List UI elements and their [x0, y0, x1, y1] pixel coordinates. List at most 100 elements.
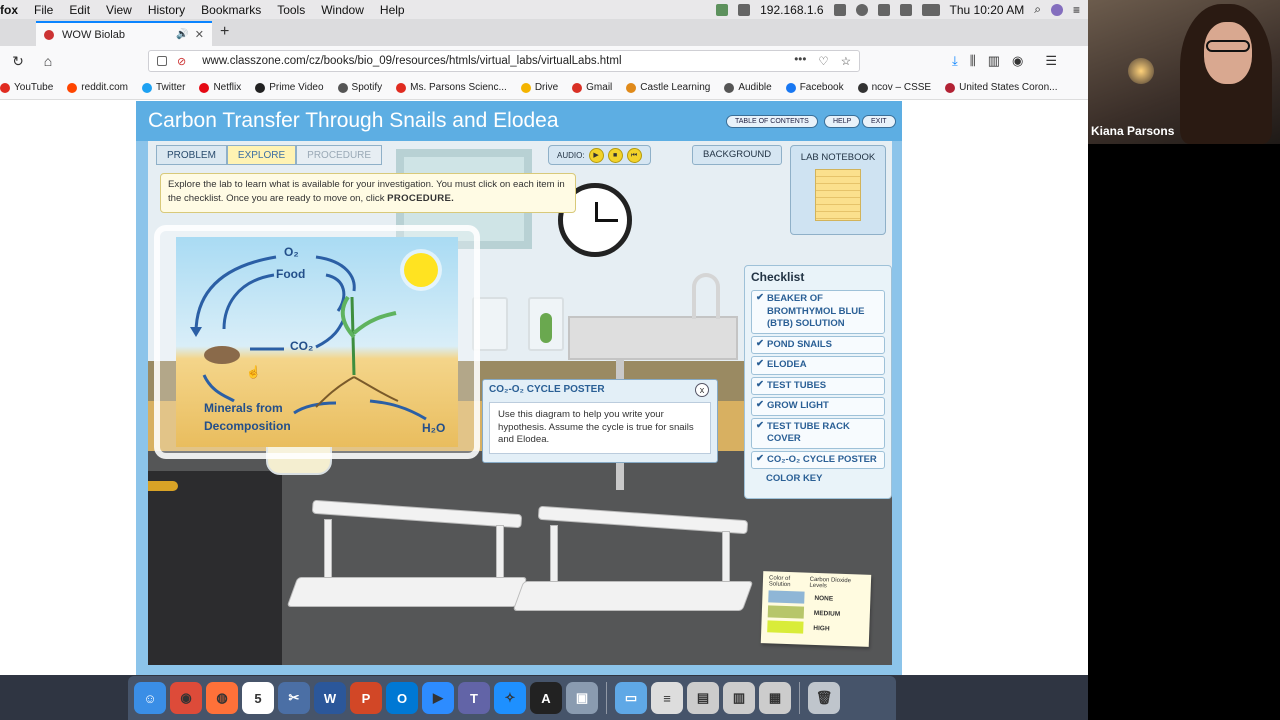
- popup-close-button[interactable]: x: [695, 383, 709, 397]
- bookmark-item[interactable]: Audible: [724, 82, 772, 93]
- bookmark-item[interactable]: ncov – CSSE: [857, 82, 932, 93]
- tab-problem[interactable]: PROBLEM: [156, 145, 227, 165]
- checklist-item[interactable]: ✔ ELODEA: [751, 356, 885, 375]
- menu-tools[interactable]: Tools: [269, 3, 313, 17]
- screenshot-icon[interactable]: ▤: [687, 682, 719, 714]
- menu-view[interactable]: View: [98, 3, 140, 17]
- bookmark-item[interactable]: Netflix: [199, 82, 241, 93]
- co2-o2-cycle-poster[interactable]: O₂ Food CO₂ Minerals from Decomposition …: [176, 237, 458, 447]
- audio-stop-button[interactable]: ■: [607, 147, 623, 163]
- finder-icon[interactable]: ☺: [134, 682, 166, 714]
- folder-icon[interactable]: ▭: [615, 682, 647, 714]
- calendar-icon[interactable]: 5: [242, 682, 274, 714]
- bookmark-item[interactable]: Drive: [520, 82, 558, 93]
- word-icon[interactable]: W: [314, 682, 346, 714]
- bookmark-label: ncov – CSSE: [871, 82, 932, 93]
- zoom-icon[interactable]: ▶: [422, 682, 454, 714]
- faucet: [692, 273, 720, 319]
- lab-notebook-button[interactable]: LAB NOTEBOOK: [790, 145, 886, 235]
- trash-icon[interactable]: 🗑: [808, 682, 840, 714]
- bookmark-item[interactable]: Ms. Parsons Scienc...: [396, 82, 507, 93]
- wifi-icon[interactable]: [877, 3, 890, 16]
- chrome-icon[interactable]: ◉: [170, 682, 202, 714]
- outlook-icon[interactable]: O: [386, 682, 418, 714]
- menu-window[interactable]: Window: [313, 3, 372, 17]
- bookmark-item[interactable]: Castle Learning: [626, 82, 710, 93]
- menu-help[interactable]: Help: [372, 3, 413, 17]
- bookmark-item[interactable]: reddit.com: [67, 82, 128, 93]
- test-tube-rack-base-2[interactable]: [512, 581, 754, 611]
- checklist-item[interactable]: ✔ POND SNAILS: [751, 335, 885, 354]
- notification-center-icon[interactable]: ≡: [1073, 3, 1080, 17]
- airplay-icon[interactable]: [833, 3, 846, 16]
- elodea-jar[interactable]: [528, 297, 564, 351]
- help-button[interactable]: HELP: [824, 115, 861, 128]
- library-icon[interactable]: ⫼: [970, 53, 976, 69]
- site-info-icon[interactable]: [157, 56, 167, 66]
- volume-icon[interactable]: [899, 3, 912, 16]
- speaker-icon[interactable]: 🔊: [176, 29, 188, 40]
- bookmark-item[interactable]: Gmail: [572, 82, 612, 93]
- screenshot2-icon[interactable]: ▥: [723, 682, 755, 714]
- menu-clock[interactable]: Thu 10:20 AM: [950, 3, 1025, 17]
- color-key-card[interactable]: Color of Solution Carbon Dioxide Levels …: [760, 571, 872, 647]
- checklist-item[interactable]: ✔ CO₂-O₂ CYCLE POSTER: [751, 450, 885, 469]
- checklist-item[interactable]: ✔ TEST TUBES: [751, 376, 885, 395]
- table-of-contents-button[interactable]: TABLE OF CONTENTS: [726, 115, 818, 128]
- pocket-icon[interactable]: ♡: [818, 54, 828, 68]
- menu-bookmarks[interactable]: Bookmarks: [193, 3, 269, 17]
- checklist-item[interactable]: ✔ BEAKER OF BROMTHYMOL BLUE (BTB) SOLUTIO…: [751, 290, 885, 334]
- battery-icon[interactable]: [921, 3, 940, 16]
- tab-explore[interactable]: EXPLORE: [226, 145, 297, 165]
- checklist-item[interactable]: COLOR KEY: [751, 471, 885, 488]
- bookmark-item[interactable]: Spotify: [337, 82, 382, 93]
- home-icon[interactable]: ⌂: [36, 53, 60, 69]
- downloads-icon[interactable]: ⤓: [952, 53, 958, 69]
- hamburger-menu-icon[interactable]: ☰: [1045, 53, 1057, 69]
- audio-play-button[interactable]: ▶: [588, 147, 604, 163]
- bookmark-item[interactable]: United States Coron...: [945, 82, 1057, 93]
- checklist-item[interactable]: ✔ TEST TUBE RACK COVER: [751, 417, 885, 449]
- menu-file[interactable]: File: [26, 3, 61, 17]
- bookmark-item[interactable]: YouTube: [0, 82, 53, 93]
- firefox-icon[interactable]: ◍: [206, 682, 238, 714]
- reload-icon[interactable]: ↻: [6, 53, 30, 70]
- color-key-level: MEDIUM: [813, 609, 841, 618]
- bookmark-label: Prime Video: [269, 82, 324, 93]
- audio-label: AUDIO:: [557, 150, 585, 160]
- new-tab-button[interactable]: +: [220, 23, 229, 41]
- screenshot3-icon[interactable]: ▦: [759, 682, 791, 714]
- preview-icon[interactable]: ▣: [566, 682, 598, 714]
- menu-history[interactable]: History: [140, 3, 193, 17]
- app-menu-firefox[interactable]: fox: [0, 3, 26, 17]
- powerpoint-icon[interactable]: P: [350, 682, 382, 714]
- blocked-media-icon[interactable]: ⊘: [177, 55, 186, 68]
- test-tube-rack-base-1[interactable]: [286, 577, 528, 607]
- acrobat-icon[interactable]: A: [530, 682, 562, 714]
- bookmark-item[interactable]: Prime Video: [255, 82, 324, 93]
- network-icon[interactable]: [738, 3, 751, 16]
- audio-restart-button[interactable]: ⏮: [626, 147, 642, 163]
- account-icon[interactable]: ◉: [1012, 53, 1023, 69]
- menu-edit[interactable]: Edit: [61, 3, 98, 17]
- shield-icon[interactable]: [716, 3, 729, 16]
- document-icon[interactable]: ≡: [651, 682, 683, 714]
- page-actions-icon[interactable]: •••: [794, 54, 806, 68]
- background-button[interactable]: BACKGROUND: [692, 145, 783, 165]
- browser-tab-active[interactable]: WOW Biolab 🔊 ✕: [36, 21, 212, 46]
- bookmark-item[interactable]: Facebook: [785, 82, 844, 93]
- url-bar[interactable]: ⊘ www.classzone.com/cz/books/bio_09/reso…: [148, 50, 860, 72]
- sidebar-icon[interactable]: ▥: [988, 53, 1000, 69]
- time-machine-icon[interactable]: [855, 3, 868, 16]
- bookmark-star-icon[interactable]: ☆: [841, 54, 851, 68]
- siri-icon[interactable]: [1050, 3, 1063, 16]
- bookmark-item[interactable]: Twitter: [141, 82, 185, 93]
- close-tab-icon[interactable]: ✕: [195, 28, 204, 41]
- teams-icon[interactable]: T: [458, 682, 490, 714]
- safari-icon[interactable]: ✧: [494, 682, 526, 714]
- scissors-icon[interactable]: ✂: [278, 682, 310, 714]
- spotlight-icon[interactable]: ⌕: [1034, 2, 1041, 17]
- url-text[interactable]: www.classzone.com/cz/books/bio_09/resour…: [202, 55, 621, 67]
- checklist-item[interactable]: ✔ GROW LIGHT: [751, 397, 885, 416]
- exit-button[interactable]: EXIT: [862, 115, 896, 128]
